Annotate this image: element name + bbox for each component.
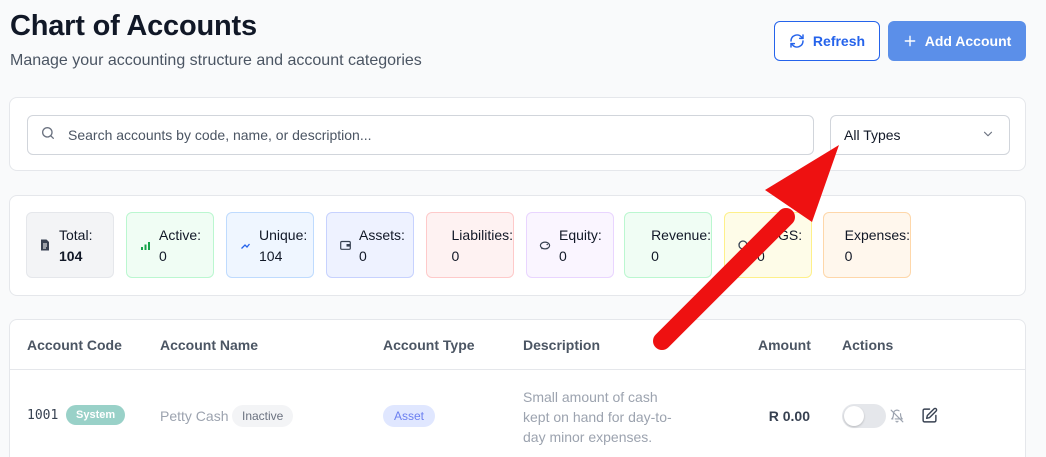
- bell-off-icon[interactable]: [890, 409, 904, 428]
- signal-icon: [139, 241, 151, 250]
- account-type-select[interactable]: All Types: [830, 115, 1010, 155]
- stat-revenue: Revenue: 0: [624, 212, 712, 278]
- account-amount: R 0.00: [768, 408, 810, 424]
- plus-icon: [903, 34, 917, 48]
- refresh-icon: [789, 33, 805, 49]
- account-name: Petty Cash: [160, 408, 229, 424]
- page-subtitle: Manage your accounting structure and acc…: [10, 52, 422, 69]
- search-input[interactable]: [68, 127, 788, 143]
- add-account-label: Add Account: [924, 33, 1012, 49]
- stat-total: Total: 104: [26, 212, 114, 278]
- stat-cogs: COGS: 0: [724, 212, 812, 278]
- active-toggle[interactable]: [842, 404, 886, 428]
- column-header-account-code[interactable]: Account Code: [27, 337, 122, 353]
- stat-assets: Assets: 0: [326, 212, 414, 278]
- stat-value: 0: [559, 247, 567, 264]
- piggy-bank-icon: [539, 240, 551, 250]
- header-divider: [10, 369, 1025, 370]
- filter-card: All Types: [9, 97, 1026, 171]
- stat-active: Active: 0: [126, 212, 214, 278]
- stat-label: Total:: [59, 226, 93, 243]
- stat-label: Revenue:: [651, 226, 711, 243]
- accounts-table: Account Code Account Name Account Type D…: [9, 319, 1026, 457]
- refresh-label: Refresh: [812, 33, 866, 49]
- add-account-button[interactable]: Add Account: [888, 21, 1026, 61]
- column-header-actions: Actions: [842, 337, 894, 353]
- page-title: Chart of Accounts: [10, 10, 257, 42]
- stat-value: 0: [844, 247, 853, 264]
- stat-value: 0: [757, 247, 765, 264]
- stat-value: 0: [159, 247, 167, 264]
- account-type-badge: Asset: [383, 405, 436, 427]
- trend-icon: [239, 242, 251, 249]
- column-header-amount[interactable]: Amount: [758, 337, 811, 353]
- stats-card: Total: 104 Active: 0 Unique: 104 Assets: 0 L…: [9, 195, 1026, 296]
- stat-expenses: Expenses: 0: [823, 212, 911, 278]
- account-type-select-value: All Types: [844, 127, 901, 143]
- column-header-account-name[interactable]: Account Name: [160, 337, 258, 353]
- wallet-icon: [339, 240, 351, 250]
- chevron-down-icon: [981, 127, 995, 144]
- stat-label: Equity:: [559, 226, 602, 243]
- stat-value: 0: [651, 247, 659, 264]
- column-header-description[interactable]: Description: [523, 337, 600, 353]
- stat-value: 104: [259, 247, 283, 264]
- stat-value: 104: [59, 247, 83, 264]
- stat-liabilities: Liabilities: 0: [426, 212, 514, 278]
- stat-label: Liabilities:: [451, 226, 513, 243]
- search-icon: [40, 125, 56, 146]
- refresh-button[interactable]: Refresh: [774, 21, 880, 61]
- status-badge: Inactive: [232, 405, 294, 427]
- stat-label: Unique:: [259, 226, 308, 243]
- stat-label: Expenses:: [844, 226, 910, 243]
- account-description: Small amount of cash kept on hand for da…: [523, 389, 672, 445]
- stat-label: Active:: [159, 226, 202, 243]
- column-header-account-type[interactable]: Account Type: [383, 337, 475, 353]
- search-box[interactable]: [27, 115, 814, 155]
- system-badge: System: [66, 405, 126, 425]
- stat-label: Assets:: [359, 226, 405, 243]
- stat-label: COGS:: [757, 226, 803, 243]
- edit-icon[interactable]: [921, 407, 938, 429]
- document-icon: [39, 239, 51, 251]
- stat-value: 0: [359, 247, 367, 264]
- stat-equity: Equity: 0: [526, 212, 614, 278]
- toggle-knob: [844, 406, 864, 426]
- account-code: 1001: [27, 408, 59, 423]
- stat-unique: Unique: 104: [226, 212, 314, 278]
- package-icon: [737, 240, 749, 250]
- stat-value: 0: [451, 247, 460, 264]
